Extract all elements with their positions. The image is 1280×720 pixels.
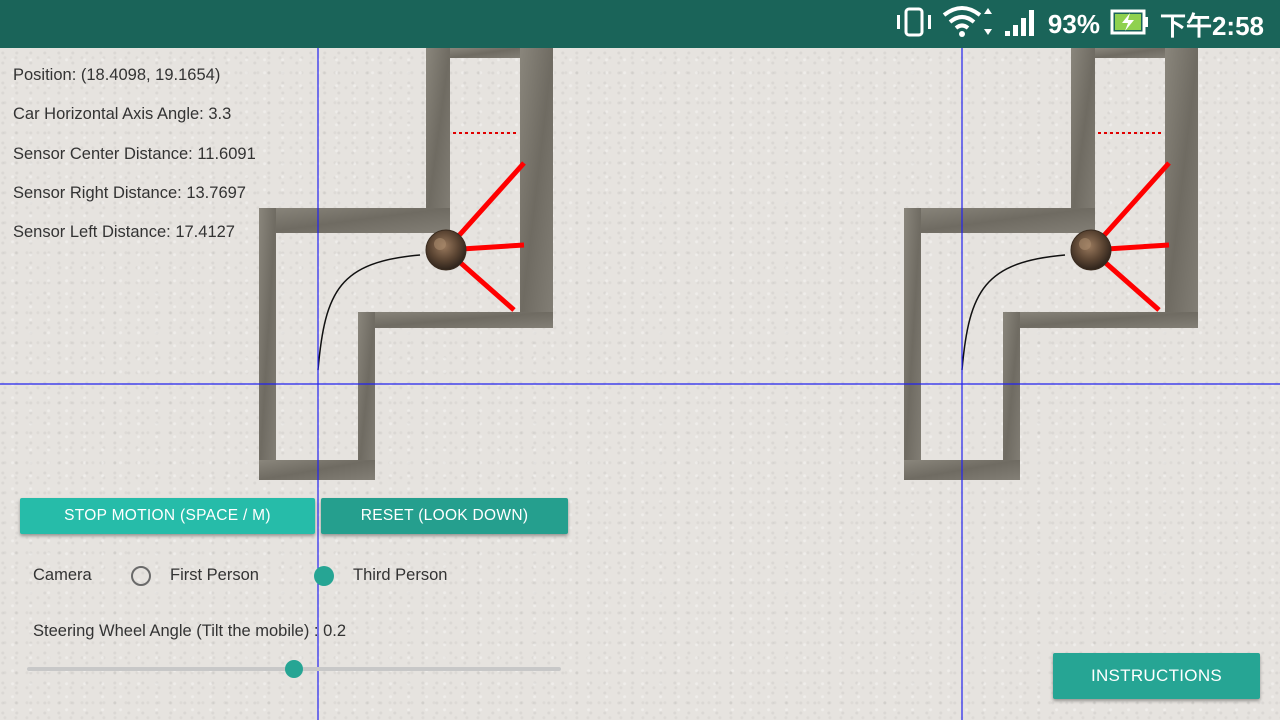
first-person-label[interactable]: First Person: [170, 566, 259, 585]
camera-label: Camera: [33, 566, 92, 584]
battery-percent: 93%: [1047, 8, 1100, 39]
stop-motion-button[interactable]: STOP MOTION (SPACE / M): [20, 498, 315, 534]
battery-charging-icon: [1110, 9, 1150, 39]
third-person-label[interactable]: Third Person: [353, 566, 447, 585]
status-bar: 93% 下午2:58: [0, 0, 1280, 48]
track-left: [259, 48, 553, 480]
cellular-signal-icon: [1004, 7, 1038, 41]
car-left: [425, 229, 467, 271]
sensor-left-text: Sensor Left Distance: 17.4127: [13, 223, 235, 242]
track-right: [904, 48, 1198, 480]
first-person-radio[interactable]: [131, 566, 151, 586]
wifi-icon: [942, 5, 994, 43]
sensor-right-text: Sensor Right Distance: 13.7697: [13, 183, 246, 202]
steering-slider-thumb[interactable]: [285, 660, 303, 678]
clock: 下午2:58: [1159, 10, 1264, 41]
instructions-button[interactable]: INSTRUCTIONS: [1053, 653, 1260, 699]
steering-angle-label: Steering Wheel Angle (Tilt the mobile) :…: [33, 622, 347, 640]
third-person-radio[interactable]: [314, 566, 334, 586]
reset-button[interactable]: RESET (LOOK DOWN): [321, 498, 568, 534]
car-right: [1070, 229, 1112, 271]
position-text: Position: (18.4098, 19.1654): [13, 66, 221, 84]
vibrate-icon: [896, 7, 932, 41]
car-angle-text: Car Horizontal Axis Angle: 3.3: [13, 105, 232, 124]
telemetry-panel: Position: (18.4098, 19.1654) Car Horizon…: [13, 64, 256, 260]
sensor-center-text: Sensor Center Distance: 11.6091: [13, 144, 256, 163]
